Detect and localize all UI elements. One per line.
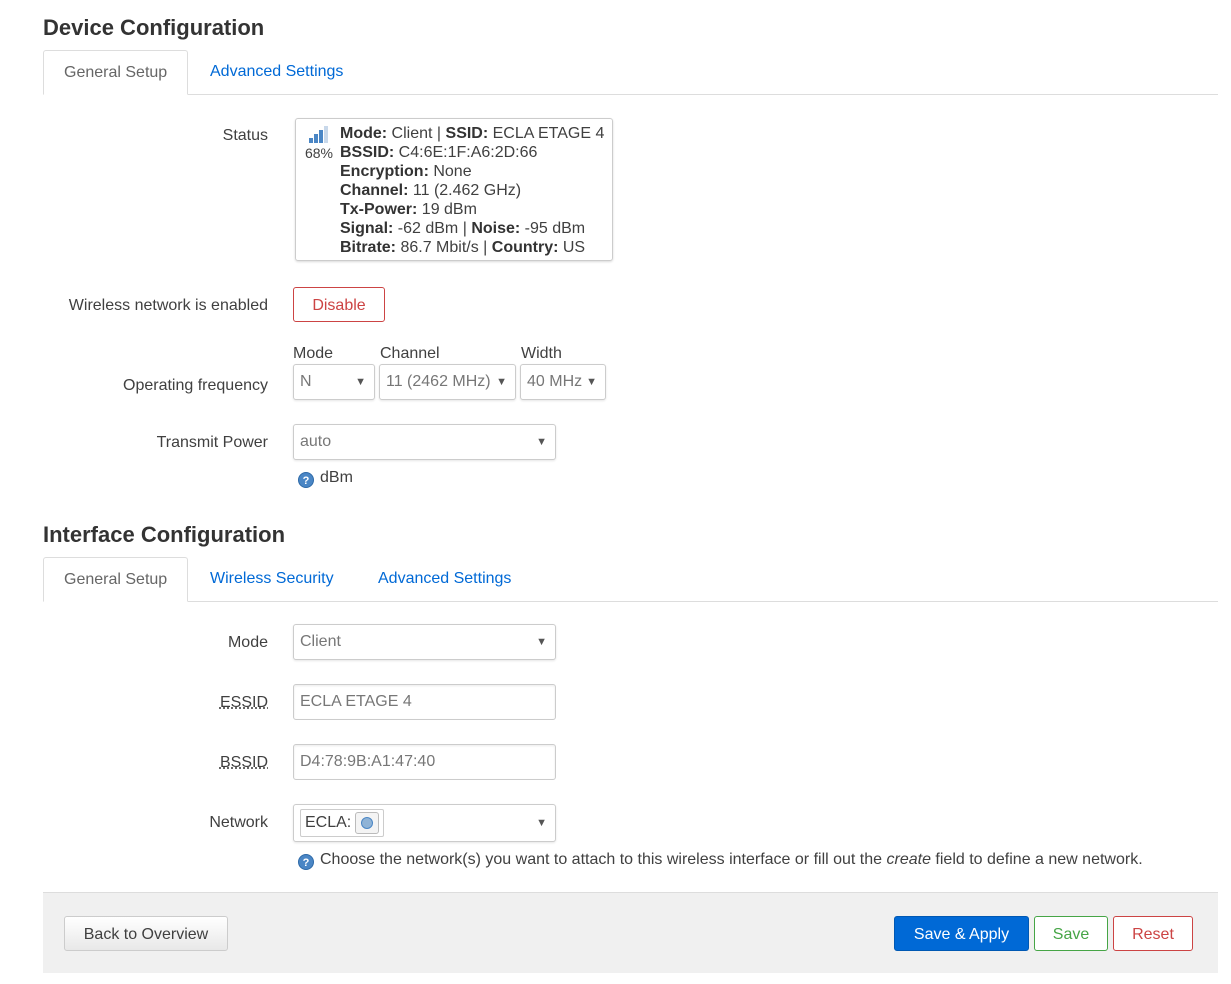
network-tag: ECLA: [300,809,385,837]
status-box: 68% Mode: Client | SSID: ECLA ETAGE 4 BS… [295,118,613,261]
tab-general-setup[interactable]: General Setup [43,557,189,602]
chevron-down-icon: ▼ [586,376,597,388]
bssid-input[interactable]: D4:78:9B:A1:47:40 [293,744,556,780]
status-label: Status [222,127,268,144]
mode-select[interactable]: N ▼ [293,364,375,400]
essid-input[interactable]: ECLA ETAGE 4 [293,684,556,720]
chevron-down-icon: ▼ [355,376,366,388]
channel-select[interactable]: 11 (2462 MHz) ▼ [379,364,516,400]
interface-mode-select[interactable]: Client ▼ [293,624,556,660]
tab-wireless-security[interactable]: Wireless Security [190,557,354,601]
transmit-power-select[interactable]: auto ▼ [293,424,556,460]
back-to-overview-button[interactable]: Back to Overview [64,916,228,951]
essid-label: ESSID [219,694,268,711]
network-label: Network [209,814,268,831]
network-interface-icon [355,811,380,834]
interface-mode-label: Mode [227,634,268,651]
tab-advanced-settings[interactable]: Advanced Settings [358,557,531,601]
tab-advanced-settings[interactable]: Advanced Settings [190,50,363,94]
network-select[interactable]: ECLA: ▼ [293,804,556,842]
tab-general-setup[interactable]: General Setup [43,50,189,95]
bssid-label: BSSID [219,754,268,771]
save-button[interactable]: Save [1034,916,1108,951]
interface-config-title: Interface Configuration [43,522,286,547]
device-tabs: General Setup Advanced Settings [43,50,1218,95]
operating-frequency-label: Operating frequency [123,377,268,394]
disable-button[interactable]: Disable [293,287,385,322]
mode-header: Mode [293,345,334,362]
transmit-power-help: ? dBm [298,469,353,488]
device-config-title: Device Configuration [43,15,265,40]
chevron-down-icon: ▼ [536,436,547,448]
help-icon: ? [298,854,314,870]
chevron-down-icon: ▼ [496,376,507,388]
chevron-down-icon: ▼ [536,636,547,648]
status-details: Mode: Client | SSID: ECLA ETAGE 4 BSSID:… [340,125,605,256]
chevron-down-icon: ▼ [536,817,547,829]
network-help: ? Choose the network(s) you want to attac… [298,851,1143,870]
save-apply-button[interactable]: Save & Apply [894,916,1029,951]
signal-indicator: 68% [302,125,336,161]
channel-header: Channel [380,345,440,362]
signal-percent: 68% [304,145,334,161]
transmit-power-label: Transmit Power [156,434,268,451]
signal-strength-icon [309,125,329,143]
width-header: Width [521,345,562,362]
form-footer: Back to Overview Save & Apply Save Reset [43,892,1218,973]
reset-button[interactable]: Reset [1113,916,1193,951]
interface-tabs: General Setup Wireless Security Advanced… [43,557,1218,602]
wireless-enabled-label: Wireless network is enabled [68,297,268,314]
help-icon: ? [298,472,314,488]
width-select[interactable]: 40 MHz ▼ [520,364,606,400]
